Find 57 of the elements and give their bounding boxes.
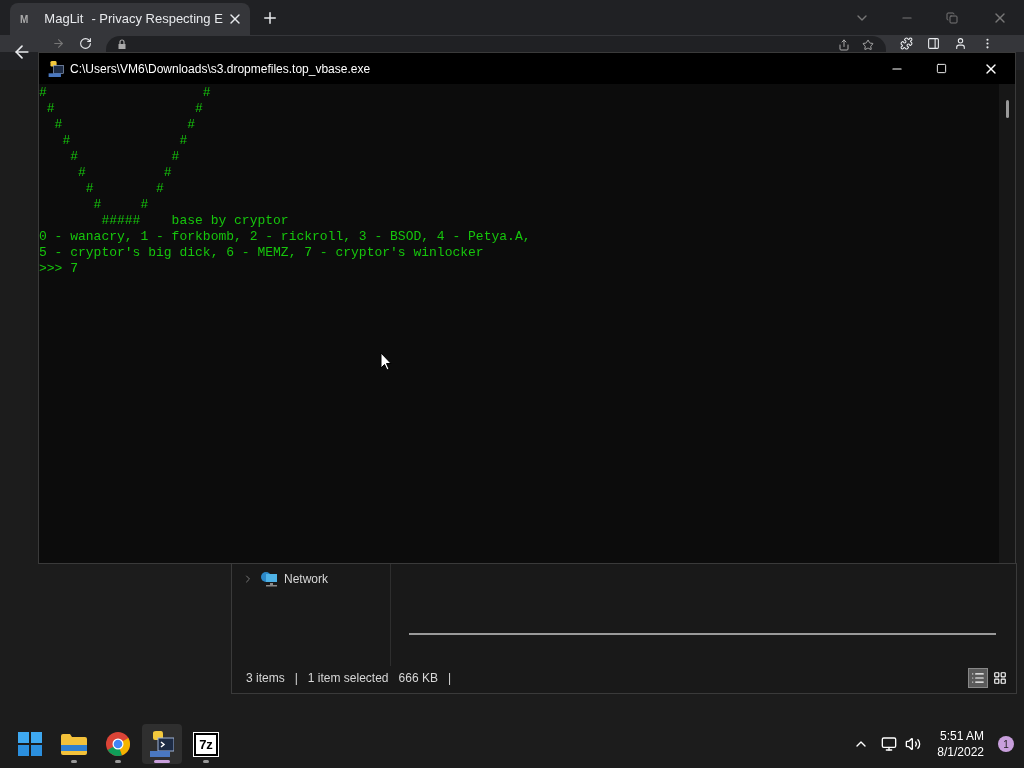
vertical-scrollbar[interactable] [999,84,1015,563]
lock-icon [118,39,126,49]
browser-logo-icon [106,732,130,756]
console-line: ##### base by cryptor [100,213,289,229]
maximize-icon[interactable] [936,63,947,74]
horizontal-scrollbar[interactable] [409,633,996,635]
nav-item[interactable]: Network [232,567,390,591]
running-indicator [203,760,209,763]
tab-title: - Privacy Respecting E [91,10,223,29]
folder-icon [61,733,87,755]
status-text: 3 items [246,670,285,687]
console-line: # # [39,85,211,101]
running-indicator [71,760,77,763]
clock-date: 8/1/2022 [937,744,984,760]
console-line: # # [61,133,188,149]
status-text: | [447,670,452,687]
console-line: # # [69,149,180,165]
tab-title: MagLit [44,10,84,29]
notification-badge[interactable]: 1 [998,736,1014,752]
console-line: # # [84,181,164,197]
taskbar-button[interactable] [142,724,182,764]
tiles-view-icon [993,671,1007,685]
console-line: # # [45,101,203,117]
site-favicon: M [20,12,29,27]
side-panel-icon[interactable] [927,37,940,50]
clock[interactable]: 5:51 AM 8/1/2022 [937,728,984,760]
reload-icon[interactable] [79,37,92,50]
taskbar-button[interactable]: 7z [186,724,226,764]
status-text: 1 item selected [307,670,389,687]
scrollbar-thumb[interactable] [1005,100,1009,118]
archiver-app-icon: 7z [194,732,218,756]
clock-time: 5:51 AM [939,728,984,744]
share-icon[interactable] [838,39,850,51]
status-text: 666 KB [398,670,438,687]
mouse-cursor-icon [380,352,392,371]
forward-icon[interactable] [52,37,65,50]
console-line: # # [77,165,172,181]
browser-tab[interactable]: M MagLit - Privacy Respecting E [10,3,250,35]
extensions-icon[interactable] [900,37,913,50]
status-text: | [294,670,298,687]
running-indicator [115,760,121,763]
console-line: # # [92,197,149,213]
volume-icon[interactable] [905,736,922,752]
windows-logo-icon [18,732,42,756]
console-app-icon [150,731,174,757]
nav-label: Network [284,571,328,588]
console-line: >>> 7 [39,261,78,277]
running-indicator [154,760,170,763]
details-view-icon [971,671,985,685]
window-title: C:\Users\VM6\Downloads\s3.dropmefiles.top_vbase.exe [70,60,371,78]
console-line: 5 - cryptor's big dick, 6 - MEMZ, 7 - cryptor's winlocker [39,245,484,261]
profile-icon[interactable] [954,37,967,50]
star-icon[interactable] [862,39,874,51]
console-line: # # [53,117,196,133]
restore-icon[interactable] [946,11,958,24]
console-line: 0 - wanacry, 1 - forkbomb, 2 - rickroll, 3 - BSOD, 4 - Petya.A, [39,229,531,245]
console-app-icon [48,60,64,77]
